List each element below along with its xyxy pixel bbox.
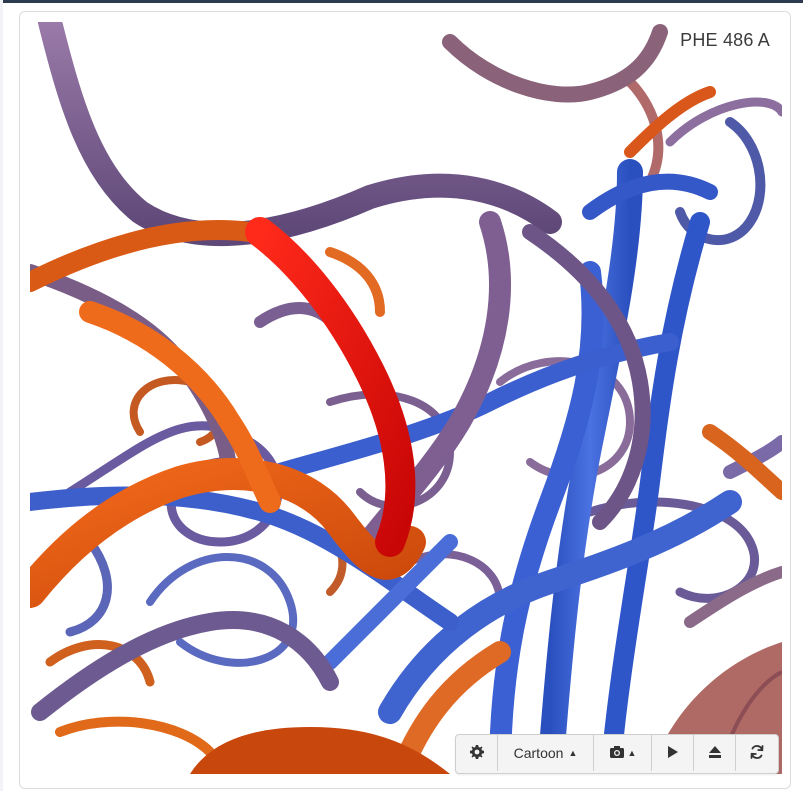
representation-dropdown[interactable]: Cartoon ▲ xyxy=(498,735,594,771)
caret-up-icon: ▲ xyxy=(627,747,637,758)
molecule-viewer-canvas[interactable]: PHE 486 A xyxy=(30,22,782,774)
selected-residue-label: PHE 486 A xyxy=(680,30,770,50)
representation-label: Cartoon xyxy=(513,745,564,761)
play-button[interactable] xyxy=(652,735,694,771)
protein-cartoon-render xyxy=(30,22,782,774)
settings-button[interactable] xyxy=(456,735,498,771)
play-icon xyxy=(667,745,679,762)
reset-view-button[interactable] xyxy=(736,735,778,771)
camera-icon xyxy=(609,745,625,762)
page-edge xyxy=(0,0,3,791)
top-bar xyxy=(0,0,803,3)
snapshot-button[interactable]: ▲ xyxy=(594,735,652,771)
refresh-icon xyxy=(749,744,765,763)
gear-icon xyxy=(469,744,485,763)
eject-icon xyxy=(708,745,722,762)
viewer-toolbar: Cartoon ▲ ▲ xyxy=(455,734,779,774)
eject-button[interactable] xyxy=(694,735,736,771)
caret-up-icon: ▲ xyxy=(568,747,578,758)
